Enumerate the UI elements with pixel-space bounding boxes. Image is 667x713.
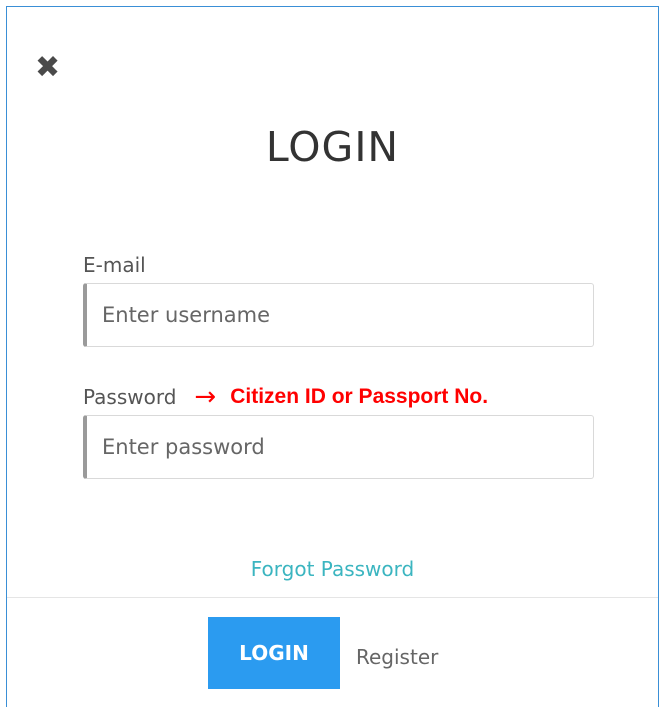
password-label: Password (83, 385, 177, 409)
footer-divider (7, 597, 658, 598)
login-button[interactable]: LOGIN (208, 617, 340, 689)
page-title: LOGIN (265, 123, 400, 171)
forgot-password-link[interactable]: Forgot Password (7, 557, 658, 581)
password-annotation: Citizen ID or Passport No. (230, 385, 489, 408)
password-field[interactable] (83, 415, 594, 479)
email-label: E-mail (83, 253, 146, 277)
password-label-row: Password → Citizen ID or Passport No. (83, 382, 489, 412)
arrow-right-icon: → (194, 382, 217, 412)
close-icon[interactable]: ✖ (35, 53, 60, 83)
register-link[interactable]: Register (356, 645, 438, 669)
email-field[interactable] (83, 283, 594, 347)
login-modal: ✖ LOGIN E-mail Password → Citizen ID or … (6, 6, 659, 707)
